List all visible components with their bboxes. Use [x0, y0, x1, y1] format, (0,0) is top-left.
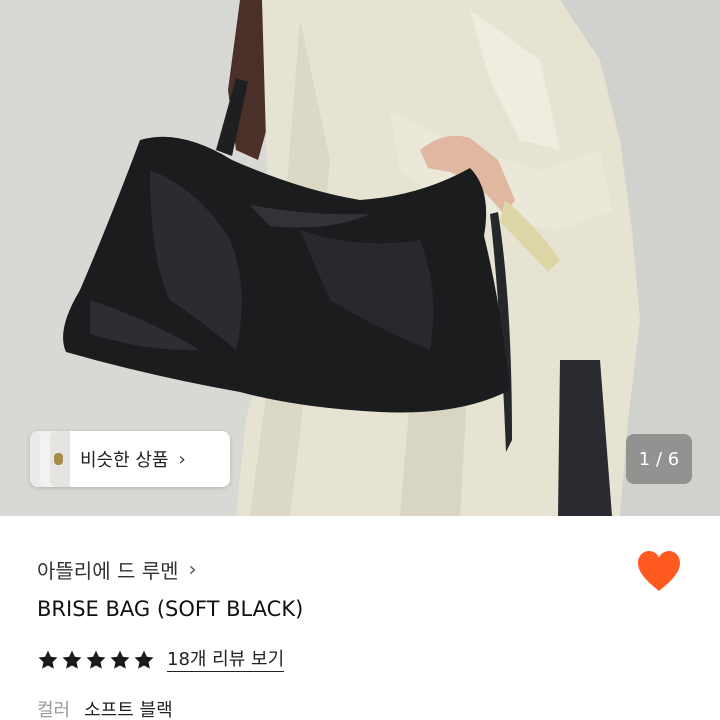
similar-products-button[interactable]: 비슷한 상품 › [30, 431, 230, 487]
option-value: 소프트 블랙 [84, 700, 173, 720]
rating-row: 18개 리뷰 보기 [37, 646, 285, 674]
star-icon [110, 650, 130, 669]
review-link[interactable]: 18개 리뷰 보기 [167, 649, 285, 672]
star-icon [134, 650, 154, 669]
heart-icon[interactable] [636, 550, 682, 592]
star-icon [86, 650, 106, 669]
star-icon [38, 650, 58, 669]
chevron-right-icon: › [188, 557, 197, 581]
chevron-right-icon: › [178, 448, 186, 470]
brand-link[interactable]: 아뜰리에 드 루멘 › [37, 554, 197, 584]
star-rating [37, 649, 157, 671]
similar-products-thumbnails [30, 431, 70, 487]
product-title: BRISE BAG (SOFT BLACK) [37, 597, 304, 621]
option-label: 컬러 [37, 700, 71, 720]
image-page-indicator: 1 / 6 [626, 434, 692, 484]
color-option-row: 컬러 소프트 블랙 [37, 696, 173, 720]
brand-name: 아뜰리에 드 루멘 [37, 558, 179, 583]
similar-products-label: 비슷한 상품 [80, 450, 169, 471]
star-icon [62, 650, 82, 669]
similar-product-thumbnail [50, 431, 70, 487]
product-image-carousel[interactable]: 비슷한 상품 › 1 / 6 [0, 0, 720, 516]
